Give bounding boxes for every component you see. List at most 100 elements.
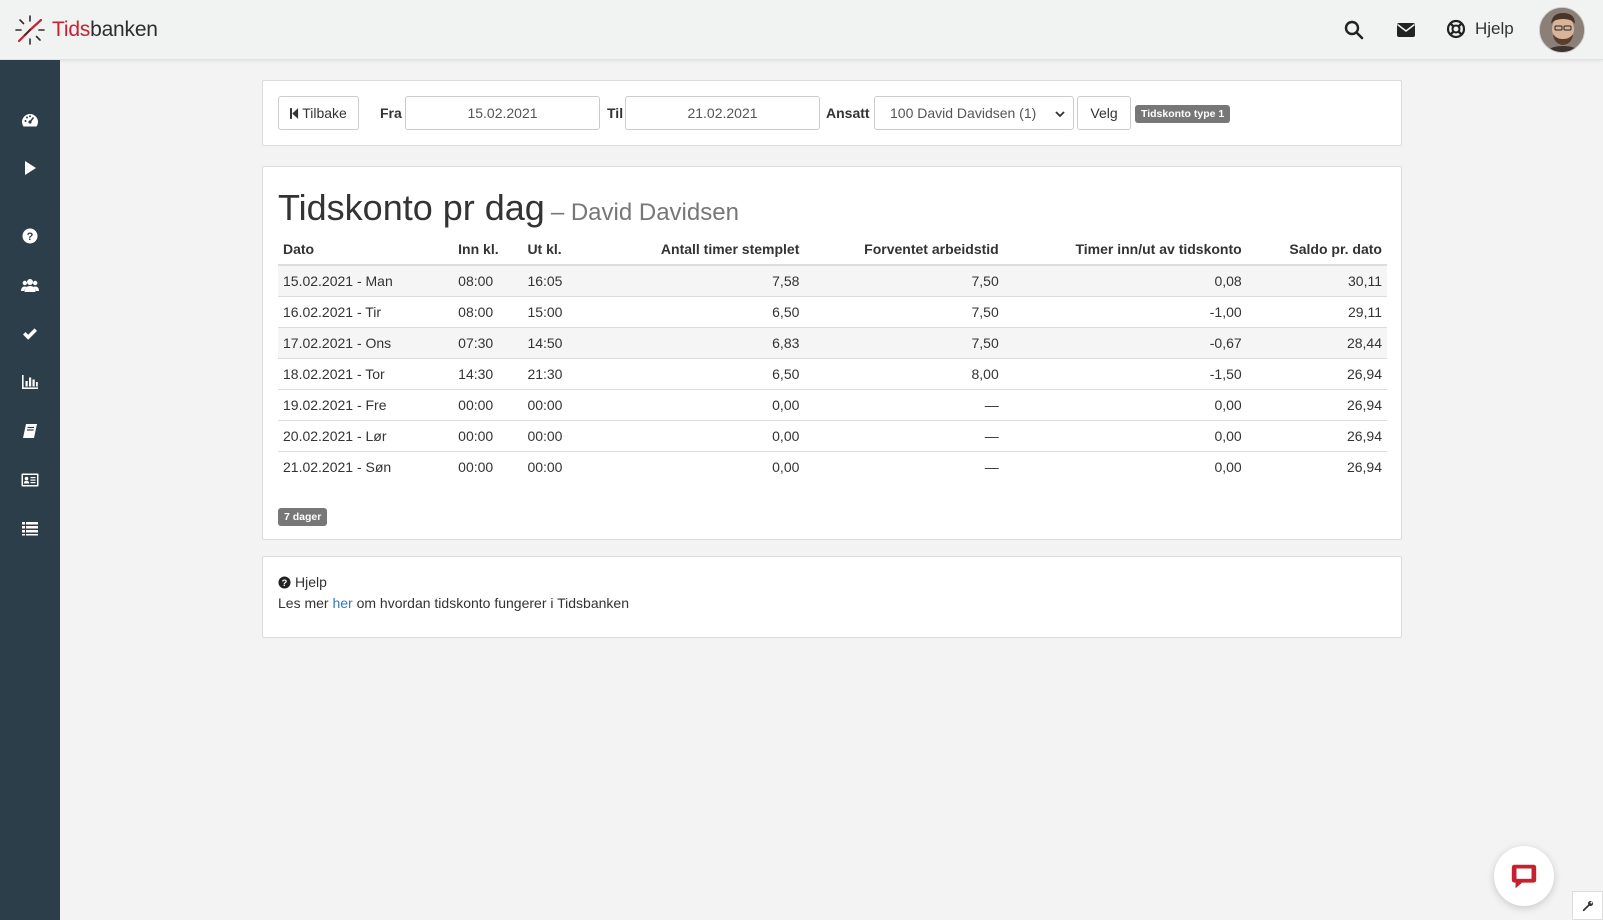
cell-account-delta: 0,00 [1003,419,1247,451]
cell-date: 15.02.2021 - Man [278,264,454,296]
table-row: 18.02.2021 - Tor 14:30 21:30 6,50 8,00 -… [278,357,1387,389]
filter-panel: Tilbake Fra Til Ansatt 100 David Davidse… [262,80,1402,146]
cell-balance: 26,94 [1246,419,1387,451]
cell-out: 00:00 [522,419,592,451]
cell-account-delta: -1,50 [1003,357,1247,389]
cell-stamped-hours: 7,58 [591,264,805,296]
cell-expected-hours: — [804,419,1004,451]
employee-label: Ansatt [826,105,870,121]
bar-chart-icon [22,375,38,389]
cell-balance: 30,11 [1246,264,1387,296]
cell-account-delta: 0,00 [1003,450,1247,482]
time-account-table: Dato Inn kl. Ut kl. Antall timer stemple… [278,233,1387,482]
question-icon: ? [22,228,38,244]
help-label: Hjelp [1475,19,1514,38]
cell-expected-hours: — [804,388,1004,420]
cell-stamped-hours: 6,50 [591,295,805,327]
cell-date: 16.02.2021 - Tir [278,295,454,327]
cell-expected-hours: 7,50 [804,264,1004,296]
from-label: Fra [380,105,402,121]
help-heading-text: Hjelp [295,574,327,590]
sidebar-item-reports[interactable] [0,362,60,402]
choose-button[interactable]: Velg [1077,96,1131,130]
cell-expected-hours: 8,00 [804,357,1004,389]
page-title: Tidskonto pr dag – David Davidsen [278,187,739,229]
table-row: 21.02.2021 - Søn 00:00 00:00 0,00 — 0,00… [278,450,1387,482]
to-date-input[interactable] [625,96,820,130]
time-account-panel: Tidskonto pr dag – David Davidsen Dato In… [262,166,1402,540]
cell-date: 20.02.2021 - Lør [278,419,454,451]
cell-out: 00:00 [522,388,592,420]
cell-expected-hours: 7,50 [804,326,1004,358]
check-icon [23,328,37,340]
help-link[interactable]: her [332,595,352,611]
cell-stamped-hours: 0,00 [591,419,805,451]
cell-stamped-hours: 0,00 [591,388,805,420]
table-row: 16.02.2021 - Tir 08:00 15:00 6,50 7,50 -… [278,295,1387,327]
sidebar-item-play[interactable] [0,148,60,188]
help-text-after: om hvordan tidskonto fungerer i Tidsbank… [352,595,629,611]
column-header-out: Ut kl. [522,233,592,266]
cell-in: 14:30 [453,357,523,389]
cell-account-delta: -0,67 [1003,326,1247,358]
book-icon [23,424,37,438]
chat-button[interactable] [1494,846,1554,906]
logo-text: Tidsbanken [52,18,158,41]
table-row: 19.02.2021 - Fre 00:00 00:00 0,00 — 0,00… [278,388,1387,420]
sidebar-item-approve[interactable] [0,314,60,354]
to-label: Til [607,105,624,121]
chevron-down-icon [1055,111,1065,118]
search-icon[interactable] [1343,19,1365,41]
top-bar: Tidsbanken Hjelp [0,0,1603,60]
svg-text:?: ? [282,577,288,587]
employee-select-value: 100 David Davidsen (1) [890,105,1037,121]
mail-icon[interactable] [1395,19,1417,41]
back-button[interactable]: Tilbake [278,96,359,130]
user-avatar[interactable] [1539,7,1585,53]
cell-in: 08:00 [453,295,523,327]
wrench-icon [1582,900,1593,911]
cell-balance: 26,94 [1246,450,1387,482]
from-date-input[interactable] [405,96,600,130]
sidebar-item-users[interactable] [0,265,60,305]
employee-select[interactable]: 100 David Davidsen (1) [874,96,1074,130]
question-circle-icon: ? [278,575,291,589]
tidsbanken-logo[interactable]: Tidsbanken [14,13,158,47]
cell-expected-hours: 7,50 [804,295,1004,327]
id-card-icon [21,473,39,487]
list-icon [22,522,38,536]
help-menu[interactable]: Hjelp [1445,18,1514,40]
sidebar-item-dashboard[interactable] [0,100,60,140]
cell-account-delta: -1,00 [1003,295,1247,327]
cell-in: 00:00 [453,450,523,482]
logo-icon [15,15,45,45]
cell-out: 15:00 [522,295,592,327]
column-header-expected-hours: Forventet arbeidstid [804,233,1004,266]
column-header-date: Dato [278,233,454,266]
days-count-badge: 7 dager [278,508,328,526]
help-heading: ? Hjelp [278,574,327,590]
column-header-account-delta: Timer inn/ut av tidskonto [1003,233,1247,266]
cell-expected-hours: — [804,450,1004,482]
sidebar-item-help[interactable]: ? [0,216,60,256]
table-header-row: Dato Inn kl. Ut kl. Antall timer stemple… [278,233,1387,266]
sidebar-item-employees[interactable] [0,460,60,500]
cell-out: 14:50 [522,326,592,358]
column-header-stamped-hours: Antall timer stemplet [591,233,805,266]
table-row: 17.02.2021 - Ons 07:30 14:50 6,83 7,50 -… [278,326,1387,358]
column-header-balance: Saldo pr. dato [1246,233,1387,266]
users-icon [21,279,39,292]
account-type-badge: Tidskonto type 1 [1135,105,1231,123]
cell-stamped-hours: 6,83 [591,326,805,358]
cell-out: 16:05 [522,264,592,296]
sidebar-item-book[interactable] [0,411,60,451]
cell-date: 19.02.2021 - Fre [278,388,454,420]
employee-subtitle: – David Davidsen [550,199,739,226]
cell-stamped-hours: 6,50 [591,357,805,389]
settings-wrench-button[interactable] [1572,891,1603,920]
cell-in: 07:30 [453,326,523,358]
cell-out: 21:30 [522,357,592,389]
cell-date: 18.02.2021 - Tor [278,357,454,389]
sidebar-item-list[interactable] [0,508,60,548]
cell-balance: 29,11 [1246,295,1387,327]
